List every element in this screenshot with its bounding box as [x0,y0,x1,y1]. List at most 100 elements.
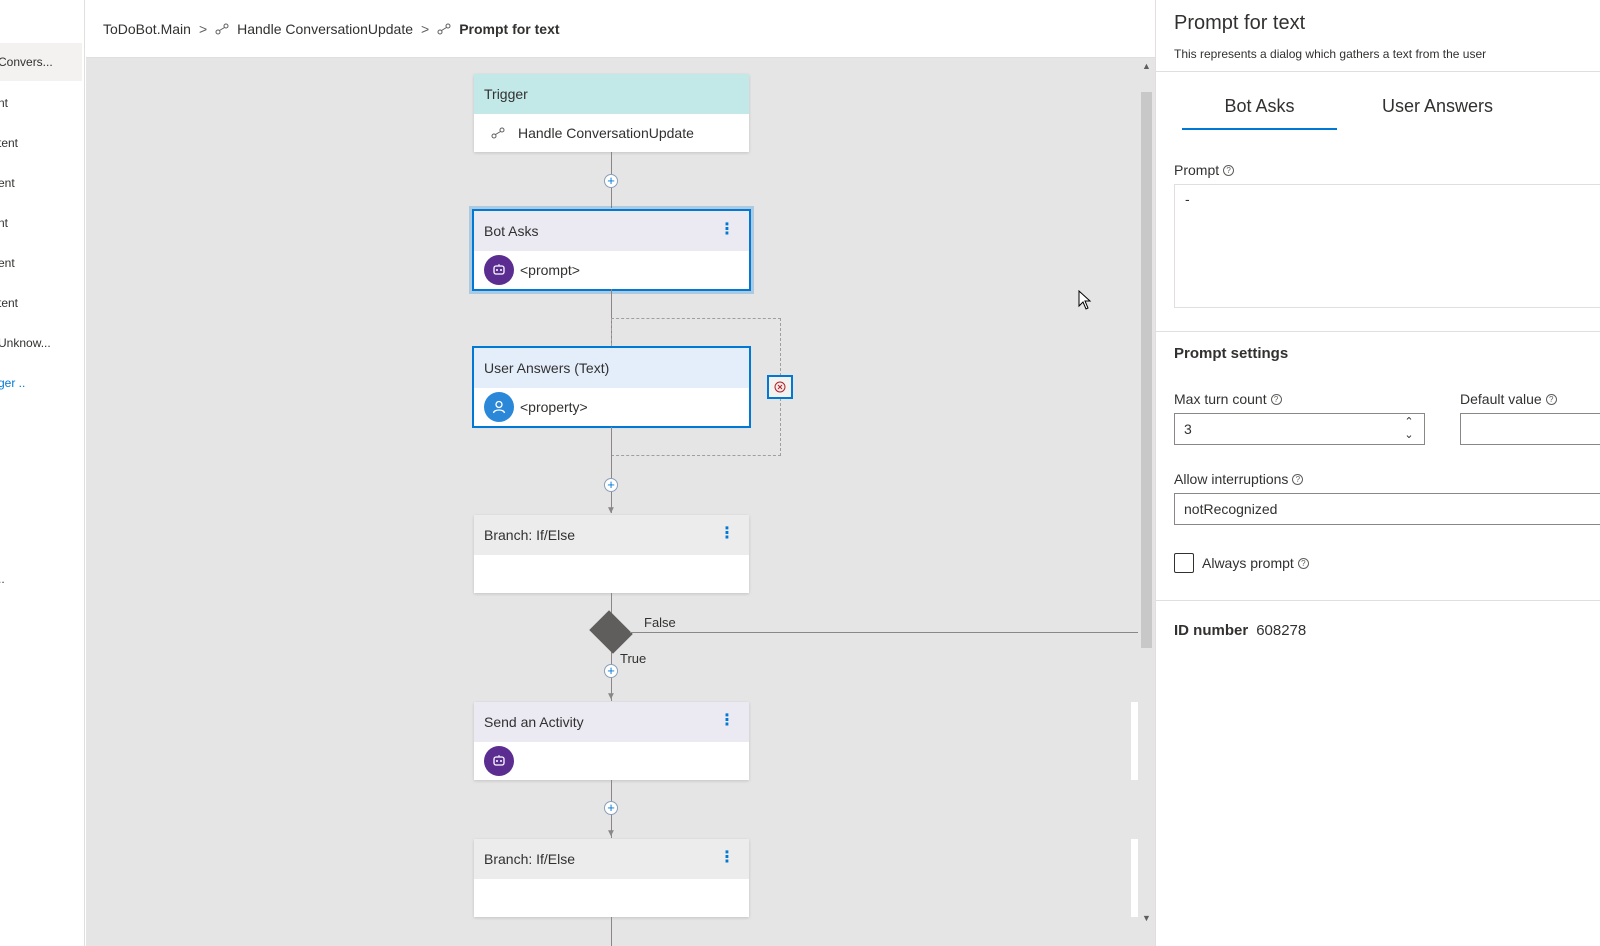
trigger-header: Trigger [474,74,749,114]
id-label: ID number [1174,622,1249,639]
bot-asks-title: Bot Asks [484,223,539,239]
more-icon[interactable]: ⋮ [719,515,735,553]
user-answers-node[interactable]: User Answers (Text) <property> [472,346,751,428]
add-step-icon[interactable]: + [604,478,618,492]
true-label: True [620,651,647,666]
always-prompt-checkbox[interactable] [1174,553,1194,573]
trigger-name: Handle ConversationUpdate [518,125,694,141]
branch-diamond-icon [589,610,633,654]
breadcrumb-item-current[interactable]: Prompt for text [437,21,560,37]
scroll-thumb[interactable] [1141,92,1152,648]
max-turn-label: Max turn count ? [1174,391,1282,407]
properties-panel: Prompt for text This represents a dialog… [1155,0,1600,946]
prompt-placeholder: <prompt> [520,262,580,278]
prompt-settings-header: Prompt settings [1174,345,1289,362]
default-value-label-text: Default value [1460,391,1542,407]
divider [1156,600,1600,601]
chevron-up-icon[interactable]: ⌃ [1402,416,1416,428]
branch-title: Branch: If/Else [484,851,576,867]
false-branch-line [630,632,1138,633]
max-turn-value: 3 [1184,421,1192,437]
connector [611,917,612,946]
branch-node[interactable]: Branch: If/Else ⋮ [474,839,749,917]
allow-interruptions-label-text: Allow interruptions [1174,471,1289,487]
bot-icon [484,746,514,776]
nav-item[interactable]: nt [0,84,82,122]
add-step-icon[interactable]: + [604,801,618,815]
add-step-icon[interactable]: + [604,664,618,678]
prompt-textarea[interactable]: - [1174,184,1600,308]
branch-title: Branch: If/Else [484,527,576,543]
id-number: ID number 608278 [1174,622,1306,639]
breadcrumb-item-trigger[interactable]: Handle ConversationUpdate [215,21,413,37]
allow-interruptions-label: Allow interruptions ? [1174,471,1304,487]
help-icon[interactable]: ? [1545,393,1557,405]
divider [1156,71,1600,72]
flow-icon [215,23,229,34]
nav-item[interactable]: ent [0,244,82,282]
tab-user-answers[interactable]: User Answers [1360,96,1515,130]
trigger-node[interactable]: Trigger Handle ConversationUpdate [474,74,749,152]
branch-body [474,879,749,917]
person-icon [484,392,514,422]
default-value-input[interactable] [1460,413,1600,445]
error-circle-icon[interactable] [767,375,793,399]
nav-item[interactable]: tent [0,124,82,162]
breadcrumb-label: Handle ConversationUpdate [237,20,414,37]
panel-title: Prompt for text [1174,12,1306,34]
more-icon[interactable]: ⋮ [719,839,735,877]
bot-asks-node[interactable]: Bot Asks ⋮ <prompt> [472,209,751,291]
more-icon[interactable]: ⋮ [719,702,735,740]
max-turn-label-text: Max turn count [1174,391,1267,407]
prompt-label: Prompt ? [1174,162,1235,178]
bot-asks-header: Bot Asks ⋮ [474,211,749,251]
nav-item[interactable]: nt [0,204,82,242]
flow-icon [437,23,451,34]
nav-item[interactable]: Convers... [0,43,82,81]
chevron-down-icon[interactable]: ⌄ [1402,429,1416,441]
trigger-body: Handle ConversationUpdate [474,114,749,152]
arrow-down-icon: ▼ [606,691,616,702]
false-label: False [644,615,676,630]
app-root: Convers... nt tent ent nt ent tent Unkno… [0,0,1600,946]
max-turn-count-stepper[interactable]: 3 ⌃ ⌄ [1174,413,1425,445]
divider [1156,331,1600,332]
chevron-right-icon: > [421,20,430,37]
default-value-label: Default value ? [1460,391,1557,407]
help-icon[interactable]: ? [1223,164,1235,176]
tab-bot-asks[interactable]: Bot Asks [1182,96,1337,130]
scroll-up-icon[interactable]: ▲ [1141,60,1152,72]
nav-item[interactable]: ent [0,164,82,202]
allow-interruptions-input[interactable]: notRecognized [1174,493,1600,525]
property-placeholder: <property> [520,399,588,415]
send-activity-node[interactable]: Send an Activity ⋮ [474,702,749,780]
flow-canvas[interactable]: Trigger Handle ConversationUpdate + Bot … [86,58,1155,946]
scroll-down-icon[interactable]: ▼ [1141,912,1152,924]
help-icon[interactable]: ? [1270,393,1282,405]
more-icon[interactable]: ⋮ [719,211,735,249]
mouse-cursor-icon [1078,289,1092,315]
add-step-icon[interactable]: + [604,174,618,188]
branch-body [474,555,749,593]
branch-header: Branch: If/Else ⋮ [474,515,749,555]
breadcrumb: ToDoBot.Main > Handle ConversationUpdate… [86,0,1155,58]
nav-add-trigger-link[interactable]: ger .. [0,364,82,402]
help-icon[interactable]: ? [1292,473,1304,485]
canvas-scrollbar[interactable]: ▲ ▼ [1138,58,1155,946]
send-activity-body [474,742,749,780]
help-icon[interactable]: ? [1297,557,1309,569]
nav-item[interactable]: Unknow... [0,324,82,362]
breadcrumb-item-main[interactable]: ToDoBot.Main [103,21,191,37]
nav-item[interactable]: tent [0,284,82,322]
bot-asks-body: <prompt> [474,251,749,289]
nav-item[interactable]: .. [0,560,82,598]
send-activity-title: Send an Activity [484,714,584,730]
branch-node[interactable]: Branch: If/Else ⋮ [474,515,749,593]
id-value: 608278 [1256,622,1307,639]
user-answers-header: User Answers (Text) [474,348,749,388]
send-activity-header: Send an Activity ⋮ [474,702,749,742]
bot-icon [484,255,514,285]
user-answers-body: <property> [474,388,749,426]
flow-icon [491,127,505,139]
chevron-right-icon: > [198,20,208,37]
